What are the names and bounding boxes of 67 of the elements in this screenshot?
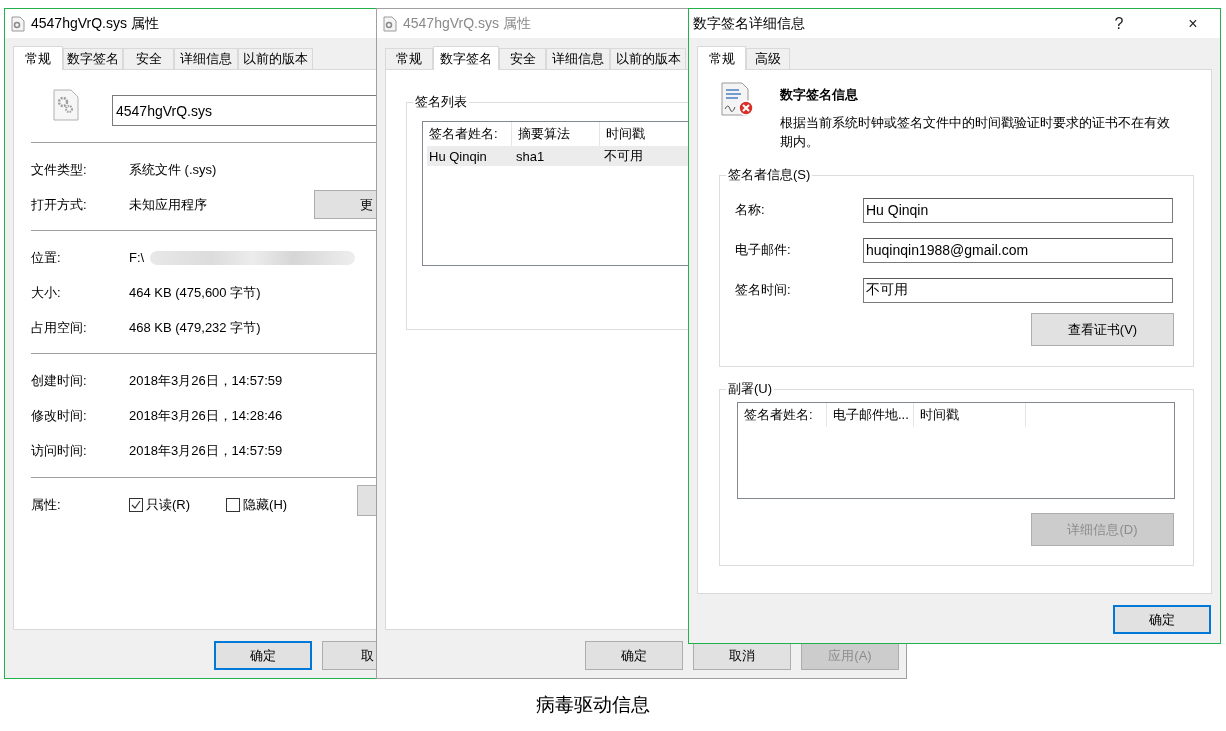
field-label: 访问时间: — [31, 441, 88, 460]
tab[interactable]: 安全 — [499, 48, 546, 69]
field-label: 电子邮件: — [735, 241, 792, 259]
dialog-button[interactable]: 确定 — [1113, 605, 1211, 634]
tab[interactable]: 以前的版本 — [610, 48, 686, 69]
field-value: 468 KB (479,232 字节) — [129, 318, 261, 337]
field-value: 464 KB (475,600 字节) — [129, 283, 261, 302]
window-title: 4547hgVrQ.sys 属性 — [403, 14, 531, 33]
file-gear-icon — [11, 15, 25, 32]
field-value: F:\ — [129, 250, 145, 265]
checkbox[interactable] — [226, 497, 241, 512]
checkbox[interactable] — [129, 497, 143, 512]
change-button[interactable]: 更 — [314, 190, 376, 219]
checkbox-label[interactable]: 只读(R) — [146, 495, 191, 514]
field-input[interactable]: huqinqin1988@gmail.com — [863, 237, 1173, 263]
tab[interactable]: 详细信息 — [546, 48, 610, 69]
close-button[interactable]: × — [1170, 14, 1216, 33]
tab[interactable]: 安全 — [123, 48, 174, 69]
field-value: 2018年3月26日，14:28:46 — [129, 406, 283, 425]
dialog-button[interactable]: 取 — [322, 641, 376, 670]
tab[interactable]: 以前的版本 — [238, 48, 313, 69]
field-label: 签名时间: — [735, 281, 792, 299]
file-gear-icon — [53, 89, 79, 121]
field-input[interactable]: Hu Qinqin — [863, 197, 1173, 223]
view-certificate-button[interactable]: 查看证书(V) — [1031, 313, 1174, 346]
field-label: 大小: — [31, 283, 62, 302]
field-label: 文件类型: — [31, 160, 88, 179]
window-title: 数字签名详细信息 — [693, 14, 805, 33]
file-gear-icon — [383, 15, 397, 32]
column-header[interactable]: 电子邮件地... — [827, 403, 914, 427]
field-label: 修改时间: — [31, 406, 88, 425]
field-input[interactable]: 不可用 — [863, 277, 1173, 303]
table-cell-text: 不可用 — [603, 147, 644, 165]
column-header[interactable]: 时间戳 — [914, 403, 1026, 427]
field-value: 2018年3月26日，14:57:59 — [129, 441, 283, 460]
field-label: 位置: — [31, 248, 62, 267]
field-label: 属性: — [31, 495, 62, 514]
dialog-button[interactable]: 确定 — [585, 641, 683, 670]
field-value: 2018年3月26日，14:57:59 — [129, 371, 283, 390]
checkbox-label[interactable]: 隐藏(H) — [243, 495, 288, 514]
group-title: 签名者信息(S) — [727, 166, 812, 184]
table-cell-text: sha1 — [515, 147, 546, 166]
tab[interactable]: 数字签名 — [63, 48, 123, 69]
tab[interactable]: 数字签名 — [433, 46, 499, 70]
check-icon — [131, 499, 141, 510]
field-label: 创建时间: — [31, 371, 88, 390]
window-title: 4547hgVrQ.sys 属性 — [31, 14, 159, 33]
column-header[interactable]: 签名者姓名: — [738, 403, 827, 427]
dialog-button[interactable]: 确定 — [214, 641, 312, 670]
info-heading: 数字签名信息 — [780, 86, 859, 104]
tab[interactable]: 高级 — [746, 48, 790, 69]
figure-caption: 病毒驱动信息 — [535, 693, 650, 715]
table-cell-text: Hu Qinqin — [428, 147, 488, 166]
tab[interactable]: 常规 — [697, 46, 746, 70]
tab[interactable]: 常规 — [13, 46, 63, 70]
field-value: 系统文件 (.sys) — [129, 160, 217, 179]
field-label: 占用空间: — [31, 318, 88, 337]
tab[interactable]: 详细信息 — [174, 48, 238, 69]
file-name-field[interactable]: 4547hgVrQ.sys — [112, 95, 376, 126]
group-title: 签名列表 — [414, 93, 468, 111]
field-label: 打开方式: — [31, 195, 88, 214]
field-value: 未知应用程序 — [129, 195, 207, 214]
help-button[interactable]: ? — [1096, 14, 1142, 33]
group-title: 副署(U) — [727, 380, 774, 398]
field-label: 名称: — [735, 201, 766, 219]
tab[interactable]: 常规 — [385, 48, 433, 69]
signature-error-icon — [720, 81, 756, 117]
